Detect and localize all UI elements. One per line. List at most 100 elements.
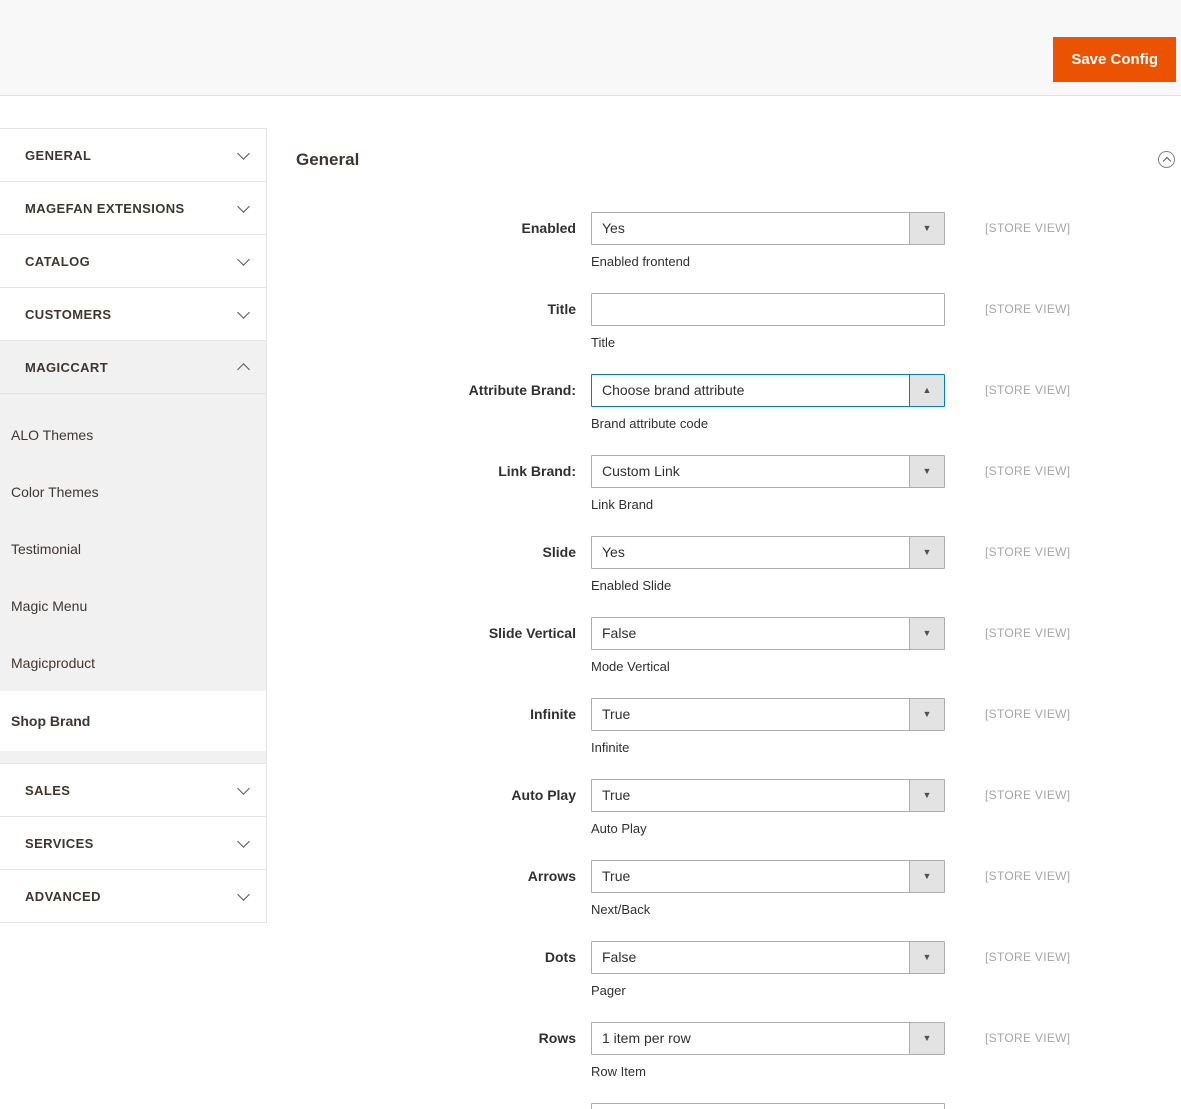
field-control-column: Custom Link ▼ Link Brand bbox=[591, 455, 945, 513]
dropdown-arrow-button[interactable]: ▼ bbox=[909, 861, 944, 892]
select-value: Custom Link bbox=[602, 463, 680, 479]
field-control-column: 1 item per row ▼ Row Item bbox=[591, 1022, 945, 1080]
dropdown-arrow-button[interactable]: ▼ bbox=[909, 618, 944, 649]
caret-down-icon: ▼ bbox=[922, 223, 932, 233]
select-value: True bbox=[602, 787, 631, 803]
collapse-section-button[interactable] bbox=[1158, 151, 1175, 168]
dropdown-arrow-button[interactable]: ▼ bbox=[909, 942, 944, 973]
caret-down-icon: ▼ bbox=[922, 628, 932, 638]
sidebar-item-label: Shop Brand bbox=[11, 713, 91, 729]
sidebar-section-label: CUSTOMERS bbox=[25, 306, 112, 322]
scope-label: [STORE VIEW] bbox=[985, 221, 1071, 235]
dropdown-arrow-button[interactable]: ▼ bbox=[909, 1023, 944, 1054]
scope-label: [STORE VIEW] bbox=[985, 869, 1071, 883]
form-row-partial-next bbox=[296, 1103, 1181, 1109]
field-note: Next/Back bbox=[591, 902, 651, 917]
sidebar-item-testimonial[interactable]: Testimonial bbox=[0, 520, 266, 577]
scope-label: [STORE VIEW] bbox=[985, 545, 1071, 559]
select-link-brand[interactable]: Custom Link ▼ bbox=[591, 455, 945, 488]
page-header: Save Config bbox=[0, 0, 1181, 96]
caret-up-icon: ▲ bbox=[922, 385, 932, 395]
sidebar-section-label: GENERAL bbox=[25, 147, 92, 163]
sidebar-section-catalog[interactable]: CATALOG bbox=[0, 235, 266, 288]
form-row-infinite: Infinite True ▼ Infinite [STORE VIEW] bbox=[296, 698, 1181, 756]
form-row-rows: Rows 1 item per row ▼ Row Item [STORE VIEW] bbox=[296, 1022, 1181, 1080]
dropdown-arrow-button[interactable]: ▼ bbox=[909, 537, 944, 568]
sidebar-section-label: MAGEFAN EXTENSIONS bbox=[25, 200, 185, 216]
dropdown-arrow-button[interactable]: ▼ bbox=[909, 780, 944, 811]
scope-label: [STORE VIEW] bbox=[985, 302, 1071, 316]
select-value: False bbox=[602, 949, 637, 965]
field-note: Mode Vertical bbox=[591, 659, 670, 674]
save-config-button[interactable]: Save Config bbox=[1053, 37, 1176, 82]
field-label: Link Brand: bbox=[498, 463, 576, 479]
section-header: General bbox=[296, 128, 1181, 212]
caret-down-icon: ▼ bbox=[922, 709, 932, 719]
scope-label: [STORE VIEW] bbox=[985, 788, 1071, 802]
form-row-slide: Slide Yes ▼ Enabled Slide [STORE VIEW] bbox=[296, 536, 1181, 594]
sidebar-section-customers[interactable]: CUSTOMERS bbox=[0, 288, 266, 341]
field-control-column bbox=[591, 1103, 945, 1109]
chevron-up-icon bbox=[1162, 156, 1171, 165]
sidebar-item-label: ALO Themes bbox=[11, 426, 94, 443]
sidebar-item-shop-brand[interactable]: Shop Brand bbox=[0, 691, 266, 751]
caret-down-icon: ▼ bbox=[922, 547, 932, 557]
form-row-slide-vertical: Slide Vertical False ▼ Mode Vertical [STORE … bbox=[296, 617, 1181, 675]
form-row-arrows: Arrows True ▼ Next/Back [STORE VIEW] bbox=[296, 860, 1181, 918]
caret-down-icon: ▼ bbox=[922, 466, 932, 476]
sidebar-item-magicproduct[interactable]: Magicproduct bbox=[0, 634, 266, 691]
sidebar-section-magiccart[interactable]: MAGICCART bbox=[0, 341, 266, 394]
sidebar-item-color-themes[interactable]: Color Themes bbox=[0, 463, 266, 520]
scope-label: [STORE VIEW] bbox=[985, 626, 1071, 640]
chevron-up-icon bbox=[237, 362, 250, 376]
sidebar-item-alo-themes[interactable]: ALO Themes bbox=[0, 406, 266, 463]
form-row-enabled: Enabled Yes ▼ Enabled frontend [STORE VIEW] bbox=[296, 212, 1181, 270]
select-infinite[interactable]: True ▼ bbox=[591, 698, 945, 731]
select-dots[interactable]: False ▼ bbox=[591, 941, 945, 974]
sidebar-section-magefan-extensions[interactable]: MAGEFAN EXTENSIONS bbox=[0, 182, 266, 235]
sidebar-item-label: Testimonial bbox=[11, 540, 82, 557]
field-control-column: True ▼ Next/Back bbox=[591, 860, 945, 918]
field-note: Link Brand bbox=[591, 497, 654, 512]
sidebar-section-general[interactable]: GENERAL bbox=[0, 129, 266, 182]
scope-label: [STORE VIEW] bbox=[985, 1031, 1071, 1045]
field-note: Title bbox=[591, 335, 616, 350]
select-value: Yes bbox=[602, 544, 625, 560]
select-slide-vertical[interactable]: False ▼ bbox=[591, 617, 945, 650]
form-row-title: Title Title [STORE VIEW] bbox=[296, 293, 1181, 351]
scope-label: [STORE VIEW] bbox=[985, 950, 1071, 964]
sidebar-item-magic-menu[interactable]: Magic Menu bbox=[0, 577, 266, 634]
sidebar-section-label: SERVICES bbox=[25, 835, 94, 851]
sidebar-item-label: Magic Menu bbox=[11, 597, 88, 614]
dropdown-arrow-button[interactable]: ▼ bbox=[909, 213, 944, 244]
sidebar-submenu-magiccart: ALO Themes Color Themes Testimonial Magic M… bbox=[0, 394, 266, 764]
select-value: 1 item per row bbox=[602, 1030, 691, 1046]
main-panel: General Enabled Yes ▼ Enabled frontend [STOR… bbox=[296, 128, 1181, 1109]
select-value: False bbox=[602, 625, 637, 641]
sidebar-sections-bottom: SALES SERVICES ADVANCED bbox=[0, 764, 266, 923]
field-note: Enabled Slide bbox=[591, 578, 672, 593]
sidebar-section-label: ADVANCED bbox=[25, 888, 101, 904]
select-attribute-brand[interactable]: Choose brand attribute ▲ bbox=[591, 374, 945, 407]
sidebar-section-label: SALES bbox=[25, 782, 71, 798]
sidebar-item-label: Color Themes bbox=[11, 483, 99, 500]
select-enabled[interactable]: Yes ▼ bbox=[591, 212, 945, 245]
scope-label: [STORE VIEW] bbox=[985, 464, 1071, 478]
sidebar-section-advanced[interactable]: ADVANCED bbox=[0, 870, 266, 923]
text-field-partial-next[interactable] bbox=[592, 1104, 944, 1109]
select-slide[interactable]: Yes ▼ bbox=[591, 536, 945, 569]
select-auto-play[interactable]: True ▼ bbox=[591, 779, 945, 812]
form-row-link-brand: Link Brand: Custom Link ▼ Link Brand [STORE … bbox=[296, 455, 1181, 513]
section-title: General bbox=[296, 150, 360, 169]
sidebar-section-sales[interactable]: SALES bbox=[0, 764, 266, 817]
text-field-title[interactable] bbox=[592, 294, 944, 325]
field-control-column: True ▼ Infinite bbox=[591, 698, 945, 756]
dropdown-arrow-button[interactable]: ▲ bbox=[909, 375, 944, 406]
dropdown-arrow-button[interactable]: ▼ bbox=[909, 699, 944, 730]
sidebar-section-services[interactable]: SERVICES bbox=[0, 817, 266, 870]
select-arrows[interactable]: True ▼ bbox=[591, 860, 945, 893]
dropdown-arrow-button[interactable]: ▼ bbox=[909, 456, 944, 487]
caret-down-icon: ▼ bbox=[922, 871, 932, 881]
select-rows[interactable]: 1 item per row ▼ bbox=[591, 1022, 945, 1055]
select-value: Yes bbox=[602, 220, 625, 236]
